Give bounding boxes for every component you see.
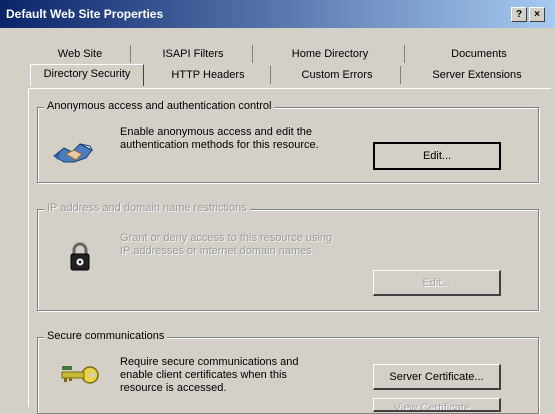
window-title: Default Web Site Properties (6, 7, 164, 21)
tab-web-site[interactable]: Web Site (30, 45, 131, 63)
title-bar[interactable]: Default Web Site Properties ? × (0, 0, 555, 28)
handshake-icon (52, 134, 96, 171)
ip-description-line2: IP addresses or internet domain names. (120, 245, 315, 257)
view-certificate-button[interactable]: View Certificate... (373, 398, 501, 412)
ip-description-line1: Grant or deny access to this resource us… (120, 232, 333, 244)
ip-restrictions-group: IP address and domain name restrictions … (37, 202, 539, 311)
tab-http-headers[interactable]: HTTP Headers (146, 66, 271, 84)
tab-custom-errors[interactable]: Custom Errors (274, 66, 401, 84)
secure-description-line3: resource is accessed. (120, 382, 227, 394)
secure-description: Require secure communications and enable… (120, 356, 299, 395)
tab-isapi-filters[interactable]: ISAPI Filters (134, 45, 253, 63)
key-icon (60, 364, 100, 389)
anonymous-edit-button[interactable]: Edit... (373, 142, 501, 170)
ip-edit-button[interactable]: Edit... (373, 270, 501, 296)
anonymous-access-group: Anonymous access and authentication cont… (37, 100, 539, 183)
anonymous-access-label: Anonymous access and authentication cont… (44, 100, 275, 112)
secure-description-line2: enable client certificates when this (120, 369, 287, 381)
anonymous-description-line2: authentication methods for this resource… (120, 139, 319, 151)
padlock-icon (70, 242, 90, 275)
anonymous-description: Enable anonymous access and edit the aut… (120, 126, 319, 152)
ip-description: Grant or deny access to this resource us… (120, 232, 332, 258)
tab-documents[interactable]: Documents (408, 45, 550, 63)
help-button[interactable]: ? (511, 7, 527, 22)
ip-restrictions-label: IP address and domain name restrictions (44, 202, 250, 214)
secure-communications-label: Secure communications (44, 330, 168, 342)
tab-directory-security[interactable]: Directory Security (30, 64, 144, 86)
tab-server-extensions[interactable]: Server Extensions (406, 66, 548, 84)
secure-description-line1: Require secure communications and (120, 356, 299, 368)
properties-dialog: Default Web Site Properties ? × Web Site… (0, 0, 555, 414)
anonymous-description-line1: Enable anonymous access and edit the (120, 126, 313, 138)
server-certificate-button[interactable]: Server Certificate... (373, 364, 501, 390)
close-button[interactable]: × (529, 7, 545, 22)
tab-panel: Anonymous access and authentication cont… (28, 88, 551, 414)
secure-communications-group: Secure communications Require secure com… (37, 330, 539, 414)
tab-home-directory[interactable]: Home Directory (256, 45, 405, 63)
tab-row-1: Web Site ISAPI Filters Home Directory Do… (30, 45, 550, 65)
tab-row-2: Directory Security HTTP Headers Custom E… (30, 64, 550, 86)
